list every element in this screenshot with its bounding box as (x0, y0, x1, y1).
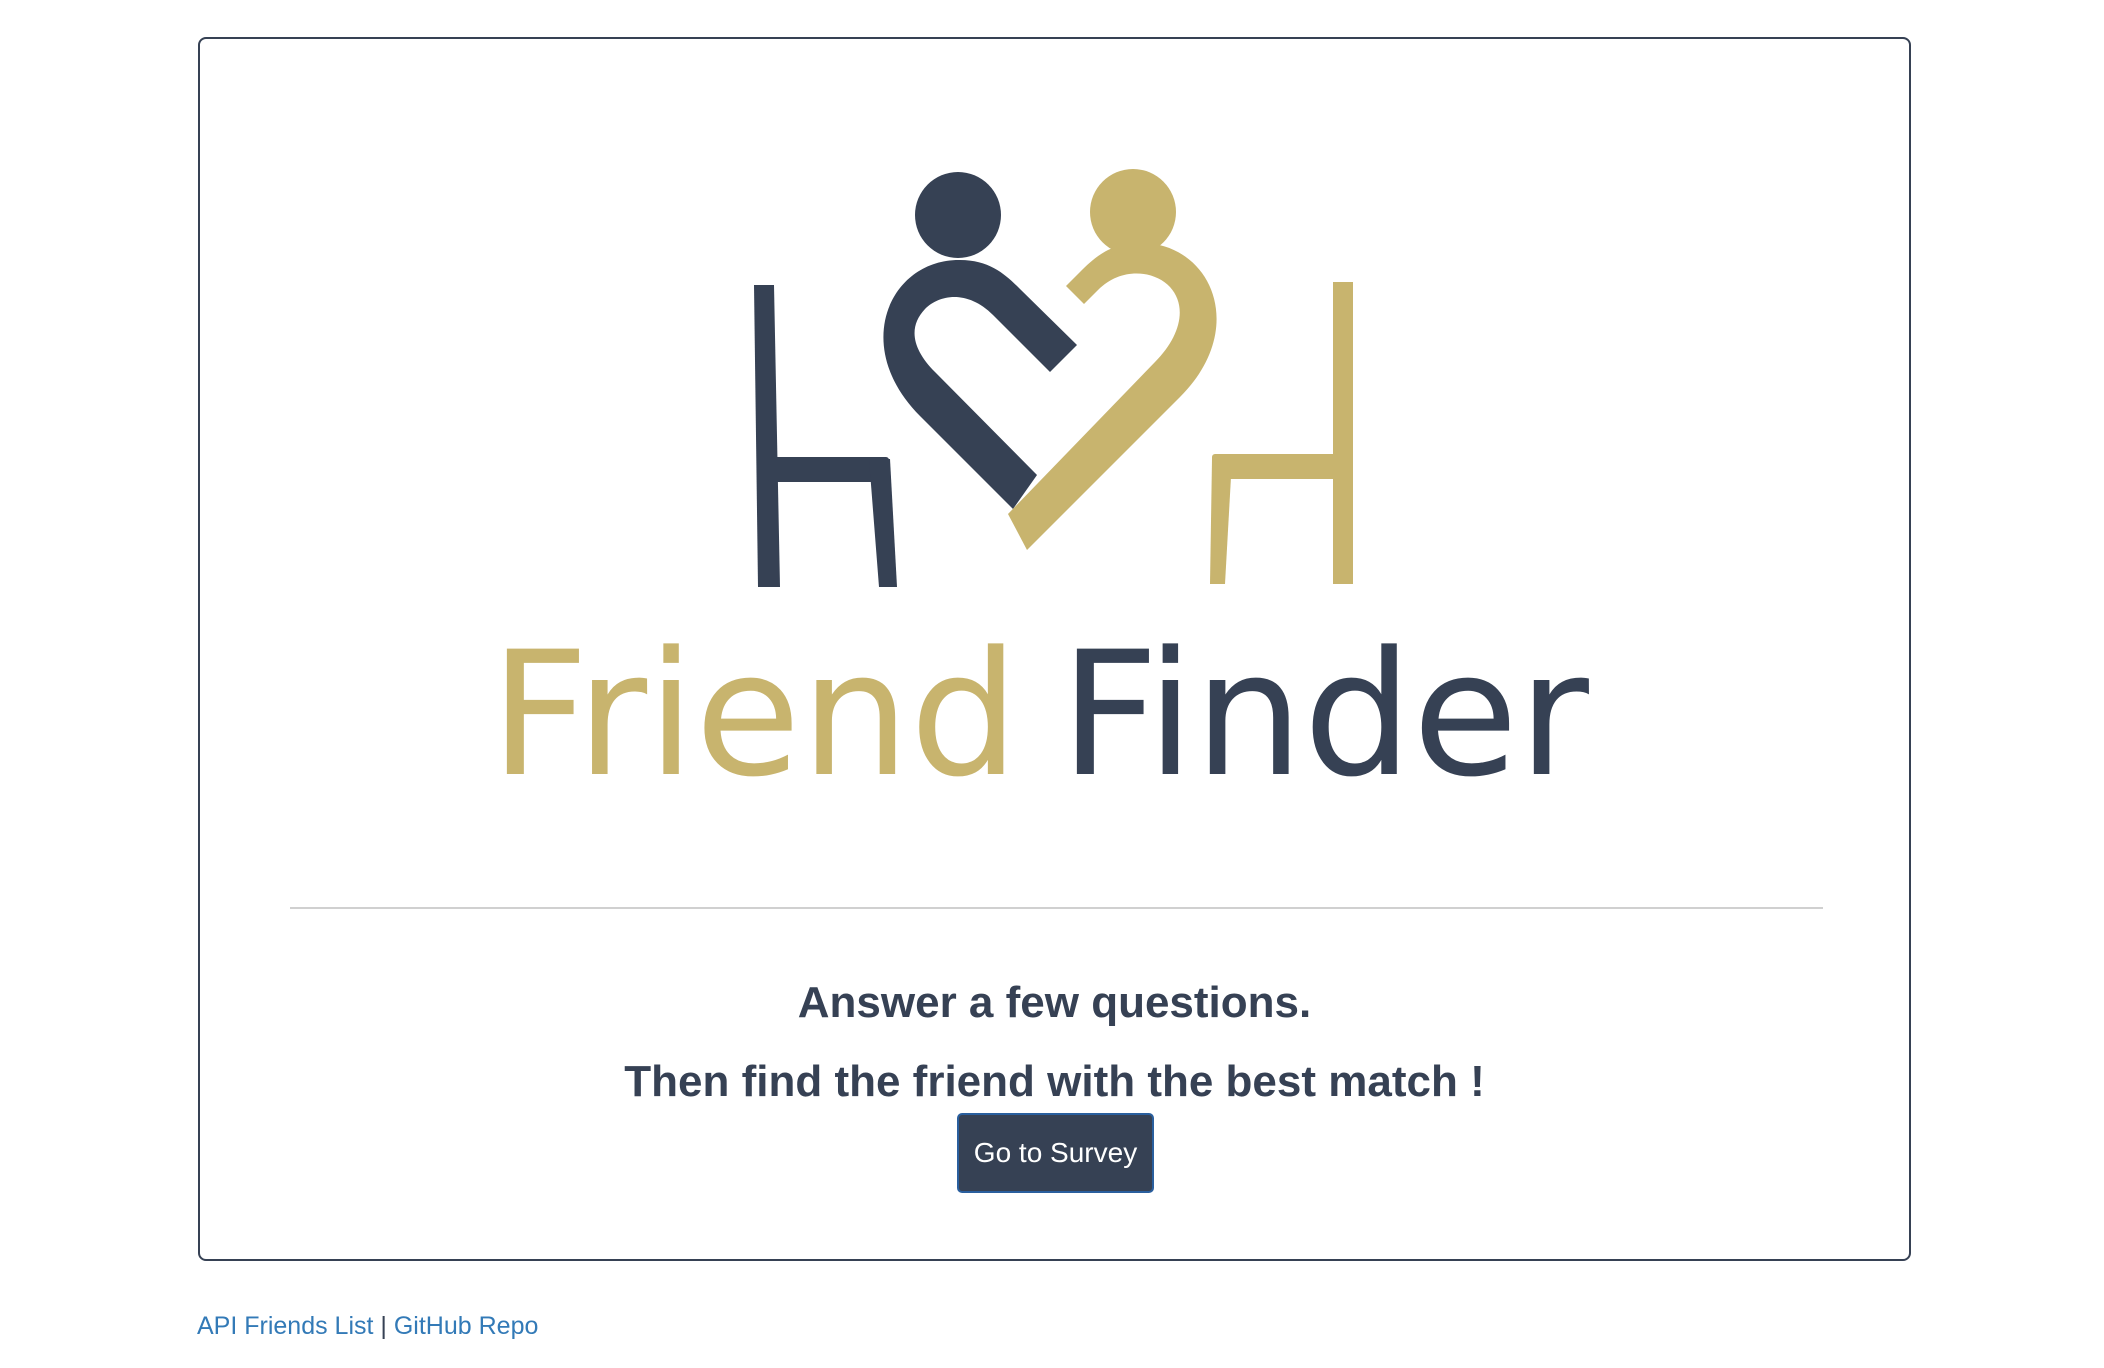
gold-person-head-icon (1090, 169, 1176, 255)
api-friends-list-link[interactable]: API Friends List (197, 1312, 373, 1340)
gold-chair-icon (1210, 282, 1353, 584)
github-repo-link[interactable]: GitHub Repo (394, 1312, 539, 1340)
footer-links: API Friends List | GitHub Repo (197, 1312, 538, 1341)
friend-finder-logo: Friend Finder (490, 169, 1589, 815)
section-divider (290, 907, 1823, 909)
logo-word-friend: Friend (490, 614, 1019, 815)
navy-chair-icon (754, 285, 897, 587)
tagline-line-2: Then find the friend with the best match… (624, 1057, 1485, 1106)
navy-heart-half-icon (883, 259, 1077, 509)
navy-person-head-icon (915, 172, 1001, 258)
gold-heart-half-icon (1008, 242, 1217, 550)
landing-card: Friend Finder Answer a few questions. Th… (198, 37, 1911, 1261)
tagline-line-1: Answer a few questions. (797, 978, 1312, 1027)
go-to-survey-button[interactable]: Go to Survey (957, 1113, 1154, 1193)
footer-separator: | (380, 1312, 387, 1340)
logo-word-finder: Finder (1060, 614, 1589, 815)
